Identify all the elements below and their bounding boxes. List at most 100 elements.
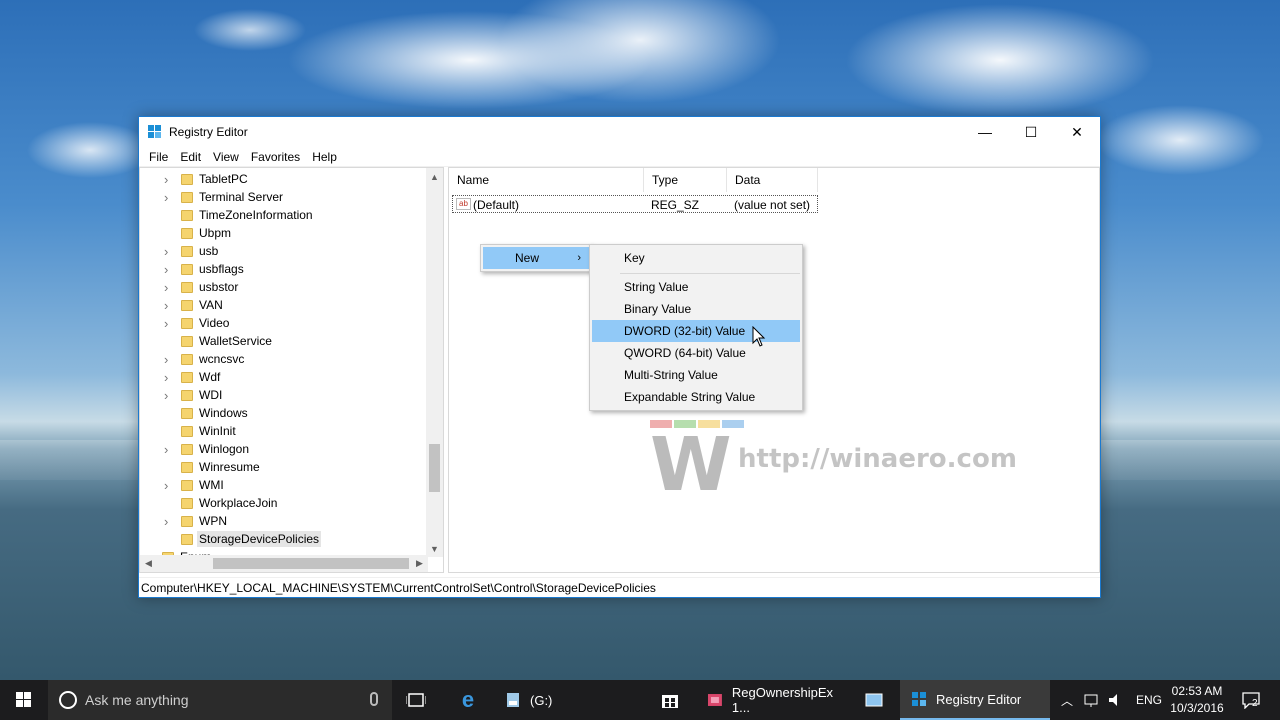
expand-chevron-icon[interactable]: › <box>164 370 174 385</box>
taskbar-clock[interactable]: 02:53 AM 10/3/2016 <box>1166 683 1228 717</box>
tree-vertical-scroll-thumb[interactable] <box>429 444 440 492</box>
tree-item[interactable]: Ubpm <box>140 224 428 242</box>
folder-icon <box>181 389 193 401</box>
submenu-dword-value[interactable]: DWORD (32-bit) Value <box>592 320 800 342</box>
menu-help[interactable]: Help <box>306 150 343 164</box>
expand-chevron-icon[interactable]: › <box>164 298 174 313</box>
task-view-button[interactable] <box>400 680 432 720</box>
expand-chevron-icon[interactable]: › <box>164 244 174 259</box>
folder-icon <box>181 407 193 419</box>
tree-item[interactable]: › WPN <box>140 512 428 530</box>
taskbar-app-registry-editor[interactable]: Registry Editor <box>900 680 1050 720</box>
submenu-expandable-string-value[interactable]: Expandable String Value <box>592 386 800 408</box>
tree-item[interactable]: › Terminal Server <box>140 188 428 206</box>
start-button[interactable] <box>0 680 48 720</box>
network-icon[interactable] <box>1082 692 1102 708</box>
expand-chevron-icon[interactable]: › <box>164 478 174 493</box>
tree-horizontal-scroll-thumb[interactable] <box>213 558 409 569</box>
tree-item[interactable]: › usbstor <box>140 278 428 296</box>
registry-tree[interactable]: › TabletPC › Terminal Server TimeZoneInforma… <box>139 167 444 573</box>
tree-item[interactable]: › WMI <box>140 476 428 494</box>
taskbar-app-label: Registry Editor <box>936 691 1022 707</box>
expand-chevron-icon[interactable]: › <box>164 352 174 367</box>
context-menu-new-label: New <box>515 251 540 265</box>
status-path: Computer\HKEY_LOCAL_MACHINE\SYSTEM\Curre… <box>141 580 656 595</box>
edge-browser-button[interactable]: e <box>452 680 484 720</box>
tree-vertical-scrollbar[interactable]: ▲ ▼ <box>426 168 443 557</box>
registry-editor-icon <box>912 692 926 706</box>
submenu-qword-value[interactable]: QWORD (64-bit) Value <box>592 342 800 364</box>
language-indicator[interactable]: ENG <box>1136 693 1162 707</box>
tree-item[interactable]: Windows <box>140 404 428 422</box>
tree-item[interactable]: › Wdf <box>140 368 428 386</box>
scroll-left-icon[interactable]: ◀ <box>140 555 157 572</box>
new-submenu: Key String Value Binary Value DWORD (32-… <box>589 244 803 411</box>
tree-item[interactable]: WinInit <box>140 422 428 440</box>
tree-item[interactable]: › Video <box>140 314 428 332</box>
scroll-up-icon[interactable]: ▲ <box>426 168 443 185</box>
tree-item[interactable]: StorageDevicePolicies <box>140 530 428 548</box>
maximize-button[interactable]: ☐ <box>1008 117 1054 147</box>
tree-item[interactable]: › Winlogon <box>140 440 428 458</box>
submenu-multi-string-value[interactable]: Multi-String Value <box>592 364 800 386</box>
context-menu-new[interactable]: New › <box>483 247 589 269</box>
volume-icon[interactable] <box>1106 692 1126 708</box>
tree-item[interactable]: › usb <box>140 242 428 260</box>
tree-item[interactable]: WorkplaceJoin <box>140 494 428 512</box>
tree-item-label: TabletPC <box>199 172 248 186</box>
value-type: REG_SZ <box>651 198 700 212</box>
tree-item[interactable]: › TabletPC <box>140 170 428 188</box>
tree-item-label: WMI <box>199 478 224 492</box>
menu-favorites[interactable]: Favorites <box>245 150 306 164</box>
cortana-search-box[interactable]: Ask me anything <box>48 680 392 720</box>
taskbar-app-regownershipex[interactable]: RegOwnershipEx 1... <box>696 680 854 720</box>
expand-chevron-icon[interactable]: › <box>164 514 174 529</box>
tree-item[interactable]: › usbflags <box>140 260 428 278</box>
minimize-button[interactable]: — <box>962 117 1008 147</box>
column-header-type[interactable]: Type <box>644 168 727 192</box>
tree-item[interactable]: TimeZoneInformation <box>140 206 428 224</box>
expand-chevron-icon[interactable]: › <box>164 172 174 187</box>
tree-horizontal-scrollbar[interactable]: ◀ ▶ <box>140 555 428 572</box>
submenu-key[interactable]: Key <box>592 247 800 269</box>
taskbar-app-drive-g[interactable]: (G:) <box>494 680 644 720</box>
menu-edit[interactable]: Edit <box>174 150 207 164</box>
drive-icon <box>507 693 519 707</box>
microphone-icon[interactable] <box>370 692 378 706</box>
folder-icon <box>181 515 193 527</box>
tree-item[interactable]: WalletService <box>140 332 428 350</box>
submenu-binary-value[interactable]: Binary Value <box>592 298 800 320</box>
column-header-name[interactable]: Name <box>449 168 644 192</box>
close-button[interactable]: ✕ <box>1054 117 1100 147</box>
scroll-down-icon[interactable]: ▼ <box>426 540 443 557</box>
tree-item-label: WDI <box>199 388 223 402</box>
menu-file[interactable]: File <box>143 150 174 164</box>
expand-chevron-icon[interactable]: › <box>164 280 174 295</box>
submenu-string-value[interactable]: String Value <box>592 276 800 298</box>
folder-icon <box>181 281 193 293</box>
title-bar[interactable]: Registry Editor — ☐ ✕ <box>139 117 1100 147</box>
tree-item[interactable]: › WDI <box>140 386 428 404</box>
store-button[interactable] <box>654 680 686 720</box>
tree-item[interactable]: Winresume <box>140 458 428 476</box>
value-row-default[interactable]: ab (Default) REG_SZ (value not set) <box>452 195 818 213</box>
action-center-button[interactable]: 2 <box>1236 680 1266 720</box>
scroll-right-icon[interactable]: ▶ <box>411 555 428 572</box>
tree-item-label: Terminal Server <box>199 190 284 204</box>
remote-desktop-icon <box>865 693 883 707</box>
edge-icon: e <box>461 687 475 712</box>
tree-item[interactable]: › wcncsvc <box>140 350 428 368</box>
tree-item-label: Video <box>199 316 230 330</box>
expand-chevron-icon[interactable]: › <box>164 190 174 205</box>
taskbar-pinned-app[interactable] <box>858 680 890 720</box>
expand-chevron-icon[interactable]: › <box>164 388 174 403</box>
show-hidden-icons-icon[interactable]: ︿ <box>1058 692 1076 709</box>
tree-item[interactable]: › VAN <box>140 296 428 314</box>
expand-chevron-icon[interactable]: › <box>164 442 174 457</box>
expand-chevron-icon[interactable]: › <box>164 316 174 331</box>
expand-chevron-icon[interactable]: › <box>164 262 174 277</box>
column-header-data[interactable]: Data <box>727 168 818 192</box>
folder-icon <box>181 497 193 509</box>
menu-view[interactable]: View <box>207 150 245 164</box>
folder-icon <box>181 299 193 311</box>
